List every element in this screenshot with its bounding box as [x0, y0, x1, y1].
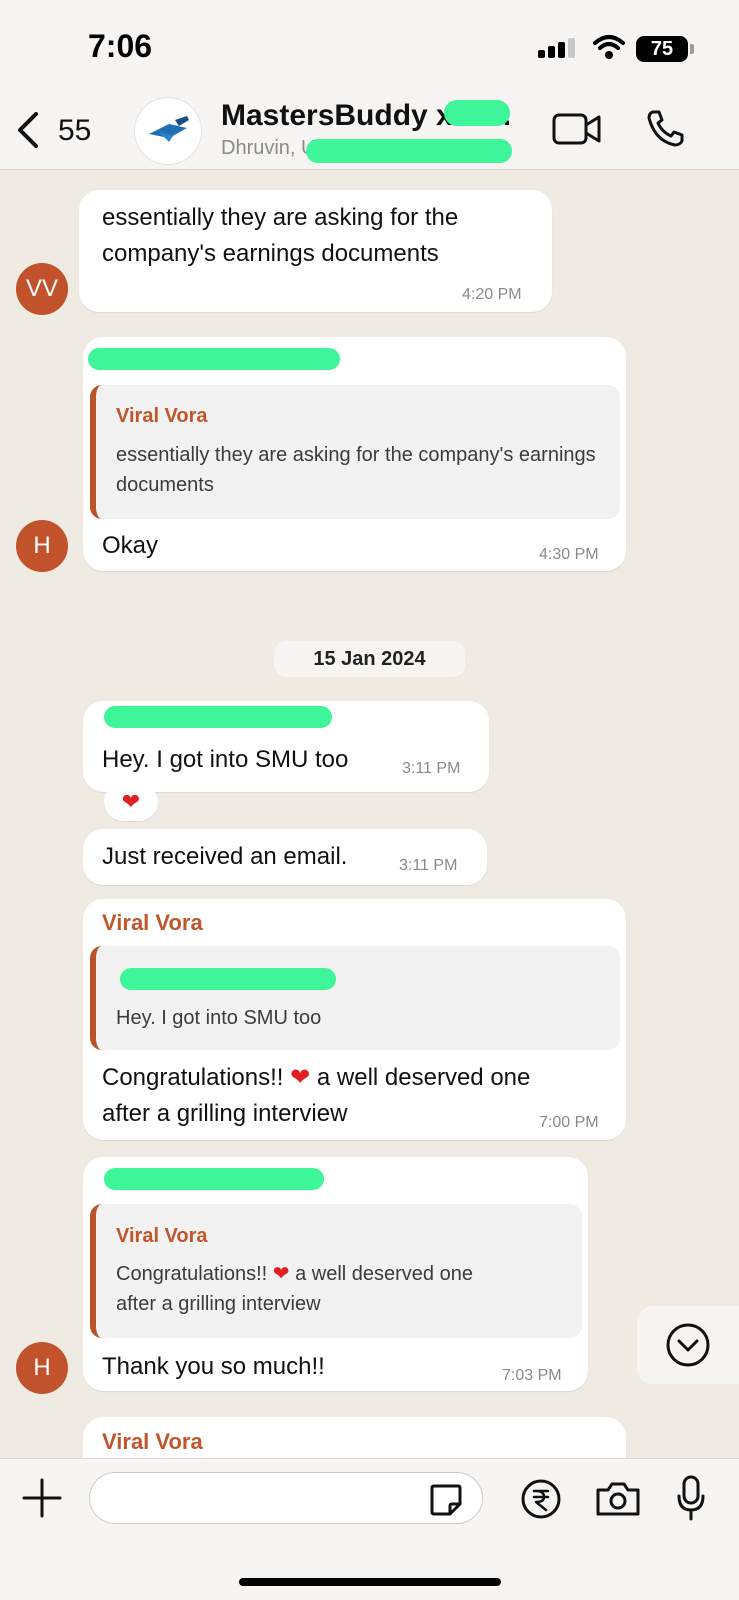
message-sender[interactable]: Viral Vora	[102, 1429, 203, 1455]
quoted-text: Hey. I got into SMU too	[116, 1007, 322, 1029]
sender-avatar[interactable]: H	[16, 1342, 68, 1394]
heart-icon: ❤	[272, 1263, 290, 1285]
heart-icon: ❤	[290, 1064, 311, 1091]
group-avatar[interactable]	[134, 97, 202, 165]
voice-call-button[interactable]	[645, 108, 685, 153]
message-text: after a grilling interview	[102, 1100, 348, 1127]
redaction-mark	[88, 348, 340, 370]
quoted-text: Congratulations!! ❤ a well deserved one	[116, 1263, 473, 1285]
quoted-sender: Viral Vora	[116, 405, 208, 427]
message-input[interactable]	[89, 1472, 483, 1524]
plus-icon	[22, 1478, 62, 1518]
message-text: Okay	[102, 532, 159, 559]
signal-icon	[538, 38, 578, 58]
video-call-icon	[552, 113, 601, 145]
battery-indicator: 75	[636, 36, 694, 62]
quoted-text: essentially they are asking for the comp…	[116, 444, 596, 496]
video-call-button[interactable]	[552, 112, 602, 151]
message-text: essentially they are asking for the comp…	[102, 204, 459, 267]
status-time: 7:06	[88, 28, 153, 64]
message-text: Thank you so much!!	[102, 1353, 325, 1380]
sticker-icon	[430, 1484, 462, 1516]
redaction-mark	[104, 1168, 324, 1190]
date-separator: 15 Jan 2024	[274, 641, 465, 677]
phone-call-icon	[647, 110, 684, 147]
quoted-text: after a grilling interview	[116, 1293, 321, 1315]
sender-avatar[interactable]: VV	[16, 263, 68, 315]
message-time: 7:03 PM	[502, 1367, 562, 1384]
unread-count[interactable]: 55	[58, 114, 91, 148]
message-text: Hey. I got into SMU too	[102, 746, 349, 773]
graduation-plane-icon	[149, 116, 189, 142]
attach-button[interactable]	[20, 1476, 64, 1525]
rupee-icon	[521, 1479, 561, 1519]
home-indicator	[239, 1578, 501, 1586]
message-time: 3:11 PM	[402, 760, 461, 777]
message-text: Just received an email.	[102, 843, 348, 870]
wifi-icon	[593, 34, 625, 65]
camera-button[interactable]	[594, 1480, 642, 1523]
reaction-heart[interactable]: ❤	[104, 783, 158, 821]
message-time: 7:00 PM	[539, 1114, 599, 1131]
scroll-to-bottom-button[interactable]	[637, 1306, 739, 1384]
redaction-mark	[104, 706, 332, 728]
redaction-mark	[444, 100, 510, 126]
redaction-mark	[306, 139, 512, 163]
redaction-mark	[120, 968, 336, 990]
payment-button[interactable]	[520, 1478, 562, 1525]
chevron-down-icon	[666, 1323, 710, 1367]
camera-icon	[596, 1482, 640, 1516]
sticker-button[interactable]	[428, 1482, 464, 1523]
voice-message-button[interactable]	[676, 1474, 706, 1527]
group-members[interactable]: Dhruvin, U	[221, 137, 315, 160]
back-chevron-icon	[18, 112, 38, 148]
quoted-message[interactable]	[90, 946, 620, 1050]
message-time: 3:11 PM	[399, 857, 458, 874]
message-sender[interactable]: Viral Vora	[102, 910, 203, 936]
quoted-sender: Viral Vora	[116, 1225, 208, 1247]
message-text: Congratulations!! ❤ a well deserved one	[102, 1064, 531, 1091]
microphone-icon	[677, 1475, 705, 1521]
message-time: 4:30 PM	[539, 546, 599, 563]
sender-avatar[interactable]: H	[16, 520, 68, 572]
message-time: 4:20 PM	[462, 286, 522, 303]
